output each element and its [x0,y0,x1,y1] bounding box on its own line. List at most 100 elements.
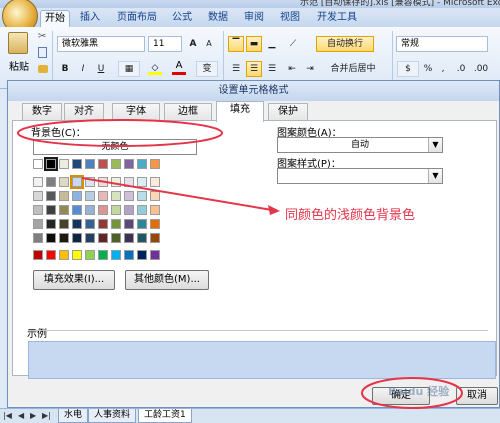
phonetic-icon[interactable]: 变 [196,61,218,77]
color-swatch[interactable] [33,233,43,243]
color-swatch[interactable] [150,191,160,201]
color-swatch[interactable] [111,177,121,187]
color-swatch[interactable] [98,159,108,169]
comma-button[interactable]: , [437,61,449,77]
color-swatch[interactable] [111,219,121,229]
color-swatch[interactable] [33,191,43,201]
color-swatch[interactable] [150,205,160,215]
color-swatch[interactable] [124,191,134,201]
next-sheet-icon[interactable]: ▶ [30,411,36,420]
tab-data[interactable]: 数据 [204,10,232,27]
color-swatch[interactable] [59,191,69,201]
no-color-button[interactable]: 无颜色 [33,139,197,155]
color-swatch[interactable] [137,205,147,215]
color-swatch[interactable] [59,159,69,169]
color-swatch[interactable] [72,233,82,243]
color-swatch[interactable] [150,233,160,243]
underline-button[interactable]: U [94,61,108,77]
color-swatch[interactable] [124,159,134,169]
color-swatch[interactable] [98,205,108,215]
color-swatch[interactable] [59,205,69,215]
fill-color-icon[interactable]: ◇ [148,63,162,75]
color-swatch[interactable] [46,177,56,187]
align-top-icon[interactable]: ▔ [228,36,244,52]
color-swatch[interactable] [72,159,82,169]
color-swatch[interactable] [124,250,134,260]
color-swatch[interactable] [59,233,69,243]
color-swatch[interactable] [124,177,134,187]
color-swatch[interactable] [72,205,82,215]
sheet-tab[interactable]: 人事资料 [88,409,137,423]
tab-insert[interactable]: 插入 [76,10,104,27]
color-swatch[interactable] [85,219,95,229]
number-format-select[interactable]: 常规 [396,36,488,52]
color-swatch[interactable] [111,250,121,260]
color-swatch[interactable] [111,233,121,243]
font-color-button[interactable]: A [172,60,186,75]
merge-center-button[interactable]: 合并后居中 [320,61,386,77]
orientation-icon[interactable]: ⟋ [282,36,304,52]
color-swatch[interactable] [111,191,121,201]
format-painter-icon[interactable] [38,65,48,73]
color-swatch[interactable] [111,205,121,215]
color-swatch[interactable] [124,233,134,243]
grow-font-button[interactable]: A [186,36,200,52]
percent-button[interactable]: % [421,61,435,77]
tab-formulas[interactable]: 公式 [168,10,196,27]
color-swatch[interactable] [137,191,147,201]
color-swatch[interactable] [150,159,160,169]
tab-protection[interactable]: 保护 [268,103,308,121]
color-swatch[interactable] [137,159,147,169]
color-swatch[interactable] [46,191,56,201]
color-swatch[interactable] [98,191,108,201]
align-right-icon[interactable]: ☰ [264,61,280,77]
color-swatch[interactable] [137,219,147,229]
increase-decimal-icon[interactable]: .0 [452,61,470,77]
pattern-color-select[interactable]: 自动 ▼ [277,137,443,153]
color-swatch[interactable] [85,205,95,215]
currency-icon[interactable]: $ [397,61,419,77]
color-swatch[interactable] [72,250,82,260]
more-colors-button[interactable]: 其他颜色(M)... [125,270,209,290]
color-swatch[interactable] [98,177,108,187]
increase-indent-icon[interactable]: ⇥ [302,61,318,77]
borders-icon[interactable]: ▦ [118,61,140,77]
tab-fill[interactable]: 填充 [216,101,264,122]
tab-font[interactable]: 字体 [112,103,160,121]
color-swatch[interactable] [98,233,108,243]
tab-review[interactable]: 审阅 [240,10,268,27]
tab-alignment[interactable]: 对齐 [64,103,104,121]
color-swatch[interactable] [137,250,147,260]
tab-border[interactable]: 边框 [164,103,212,121]
color-swatch[interactable] [124,219,134,229]
tab-number[interactable]: 数字 [22,103,62,121]
color-swatch[interactable] [46,250,56,260]
color-swatch[interactable] [46,233,56,243]
bold-button[interactable]: B [58,61,72,77]
decrease-indent-icon[interactable]: ⇤ [284,61,300,77]
color-swatch[interactable] [59,219,69,229]
cancel-button[interactable]: 取消 [456,387,498,405]
align-bottom-icon[interactable]: ▁ [264,36,280,52]
color-swatch[interactable] [150,250,160,260]
color-swatch[interactable] [124,205,134,215]
tab-view[interactable]: 视图 [276,10,304,27]
color-swatch[interactable] [85,159,95,169]
color-swatch[interactable] [33,159,43,169]
color-swatch[interactable] [111,159,121,169]
color-swatch[interactable] [150,177,160,187]
wrap-text-button[interactable]: 自动换行 [316,36,374,52]
color-swatch[interactable] [70,175,84,189]
pattern-style-select[interactable]: ▼ [277,168,443,184]
color-swatch[interactable] [59,177,69,187]
copy-icon[interactable] [38,47,47,58]
color-swatch[interactable] [33,250,43,260]
last-sheet-icon[interactable]: ▶| [42,411,51,420]
color-swatch[interactable] [150,219,160,229]
prev-sheet-icon[interactable]: ◀ [18,411,24,420]
color-swatch[interactable] [44,157,58,171]
color-swatch[interactable] [85,177,95,187]
tab-developer[interactable]: 开发工具 [312,10,362,27]
color-swatch[interactable] [85,233,95,243]
cut-icon[interactable]: ✂ [38,31,46,42]
